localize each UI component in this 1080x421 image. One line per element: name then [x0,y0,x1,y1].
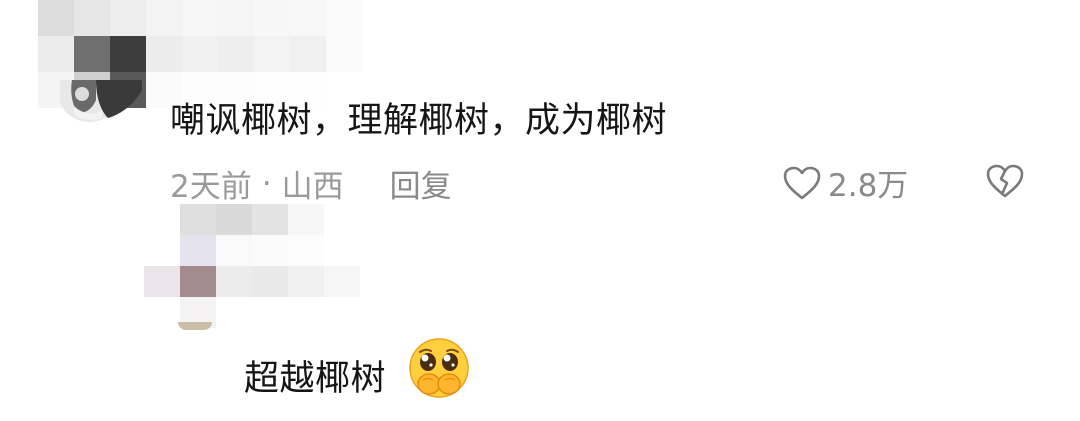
reply-button[interactable]: 回复 [390,161,452,206]
redacted-username [144,204,360,328]
comment-location: 山西 [281,169,344,205]
avatar[interactable] [178,322,212,330]
like-count: 2.8万 [828,168,909,204]
pleading-face-emoji [409,338,469,398]
comment-text: 超越椰树 [244,359,387,399]
like-button[interactable]: 2.8万 [782,160,908,205]
comment-thread: 嘲讽椰树，理解椰树，成为椰树 2天前 · 山西 回复 2.8万 超越椰树 [0,0,1080,421]
comment-meta: 2天前 · 山西 回复 [170,161,452,206]
heart-icon [783,166,821,199]
comment-time: 2天前 [170,169,252,205]
avatar[interactable] [38,80,144,122]
meta-separator: · [261,165,272,202]
dislike-button[interactable] [985,163,1025,203]
broken-heart-icon [986,164,1024,198]
comment-text: 嘲讽椰树，理解椰树，成为椰树 [170,101,668,141]
